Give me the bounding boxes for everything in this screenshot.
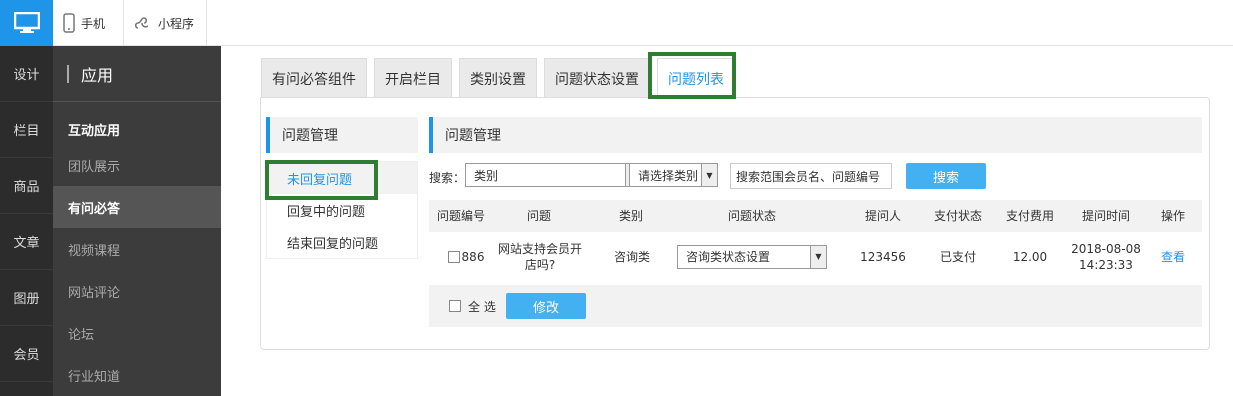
search-row: 搜索： 类别 ▼ 请选择类别 ▼ 搜索范围会员名、问题编号 搜索	[429, 163, 1202, 189]
highlight-box-tab	[648, 52, 736, 99]
sidebar-header-bar	[67, 64, 69, 83]
row-id: 886	[461, 250, 485, 264]
row-status-cell: 咨询类状态设置 ▼	[677, 232, 827, 282]
row-clock: 14:23:33	[1079, 258, 1133, 272]
row-question: 网站支持会员开 店吗?	[493, 232, 587, 282]
table-footer: 全 选 修改	[429, 285, 1202, 327]
row-question-line1: 网站支持会员开	[497, 242, 582, 256]
phone-icon	[63, 13, 75, 33]
app-sidebar: 应用 互动应用 团队展示 有问必答 视频课程 网站评论 论坛 行业知道	[53, 46, 221, 396]
type-select-value: 请选择类别	[638, 168, 699, 183]
select-all-label: 全 选	[468, 300, 496, 314]
col-status: 问题状态	[727, 209, 776, 223]
row-time: 2018-08-08 14:23:33	[1063, 232, 1149, 282]
sidebar-item-forum[interactable]: 论坛	[53, 312, 221, 354]
col-pay-status: 支付状态	[933, 209, 982, 223]
main-title: 问题管理	[429, 117, 1202, 153]
rail-item-design[interactable]: 设计	[0, 46, 53, 102]
status-select-value: 咨询类状态设置	[686, 250, 771, 264]
sidebar-item-industry[interactable]: 行业知道	[53, 354, 221, 396]
row-category: 咨询类	[613, 250, 650, 264]
mini-program-tab-label: 小程序	[158, 16, 195, 31]
col-action: 操作	[1160, 209, 1185, 223]
sidebar-title: 应用	[81, 65, 114, 85]
modify-button[interactable]: 修改	[506, 293, 586, 319]
mini-program-tab[interactable]: 小程序	[124, 0, 207, 46]
phone-tab-label: 手机	[81, 16, 106, 31]
rail-item-album[interactable]: 图册	[0, 270, 53, 326]
search-input[interactable]: 搜索范围会员名、问题编号	[730, 163, 892, 189]
rail-item-column[interactable]: 栏目	[0, 102, 53, 158]
sidebar-header: 应用	[53, 46, 221, 102]
row-fee: 12.00	[1012, 250, 1048, 264]
question-nav-title: 问题管理	[266, 117, 418, 153]
col-fee: 支付费用	[1005, 209, 1054, 223]
table-row: 886 网站支持会员开 店吗? 咨询类 咨询类状态设置 ▼ 123456 已支付…	[429, 232, 1202, 282]
category-select[interactable]: 类别 ▼	[465, 163, 642, 187]
row-date: 2018-08-08	[1071, 242, 1141, 256]
top-bar: 手机 小程序	[0, 0, 1233, 46]
nav-item-closed[interactable]: 结束回复的问题	[267, 226, 417, 258]
tab-open-column[interactable]: 开启栏目	[374, 58, 452, 98]
rail-item-product[interactable]: 商品	[0, 158, 53, 214]
col-question: 问题	[526, 209, 551, 223]
col-category: 类别	[618, 209, 643, 223]
col-time: 提问时间	[1081, 209, 1130, 223]
type-select[interactable]: 请选择类别 ▼	[629, 163, 718, 187]
status-select[interactable]: 咨询类状态设置 ▼	[677, 245, 827, 269]
row-pay-status: 已支付	[939, 250, 976, 264]
search-label: 搜索：	[429, 171, 466, 185]
chevron-down-icon: ▼	[810, 246, 826, 268]
sidebar-item-team[interactable]: 团队展示	[53, 144, 221, 186]
view-link[interactable]: 查看	[1151, 232, 1195, 282]
category-select-value: 类别	[474, 168, 499, 183]
phone-tab[interactable]: 手机	[53, 0, 124, 46]
tab-category-settings[interactable]: 类别设置	[459, 58, 537, 98]
main-rail: 设计 栏目 商品 文章 图册 会员	[0, 46, 53, 396]
row-id-cell: 886	[439, 232, 493, 282]
row-checkbox[interactable]	[447, 251, 460, 263]
col-id: 问题编号	[436, 209, 485, 223]
sidebar-item-comments[interactable]: 网站评论	[53, 270, 221, 312]
chevron-down-icon: ▼	[701, 164, 717, 186]
sidebar-item-qa[interactable]: 有问必答	[53, 186, 221, 228]
search-button[interactable]: 搜索	[906, 163, 986, 189]
row-question-line2: 店吗?	[524, 258, 556, 272]
desktop-icon[interactable]	[0, 0, 53, 46]
row-asker: 123456	[860, 250, 906, 264]
mini-program-icon	[134, 17, 149, 29]
highlight-box-nav	[265, 160, 378, 200]
tab-status-settings[interactable]: 问题状态设置	[544, 58, 650, 98]
col-asker: 提问人	[864, 209, 901, 223]
rail-item-member[interactable]: 会员	[0, 326, 53, 382]
sidebar-item-video[interactable]: 视频课程	[53, 228, 221, 270]
rail-item-article[interactable]: 文章	[0, 214, 53, 270]
tab-qa-widget[interactable]: 有问必答组件	[261, 58, 367, 98]
table-header: 问题编号 问题 类别 问题状态 提问人 支付状态 支付费用 提问时间 操作	[429, 200, 1202, 232]
select-all-checkbox[interactable]	[449, 300, 461, 312]
